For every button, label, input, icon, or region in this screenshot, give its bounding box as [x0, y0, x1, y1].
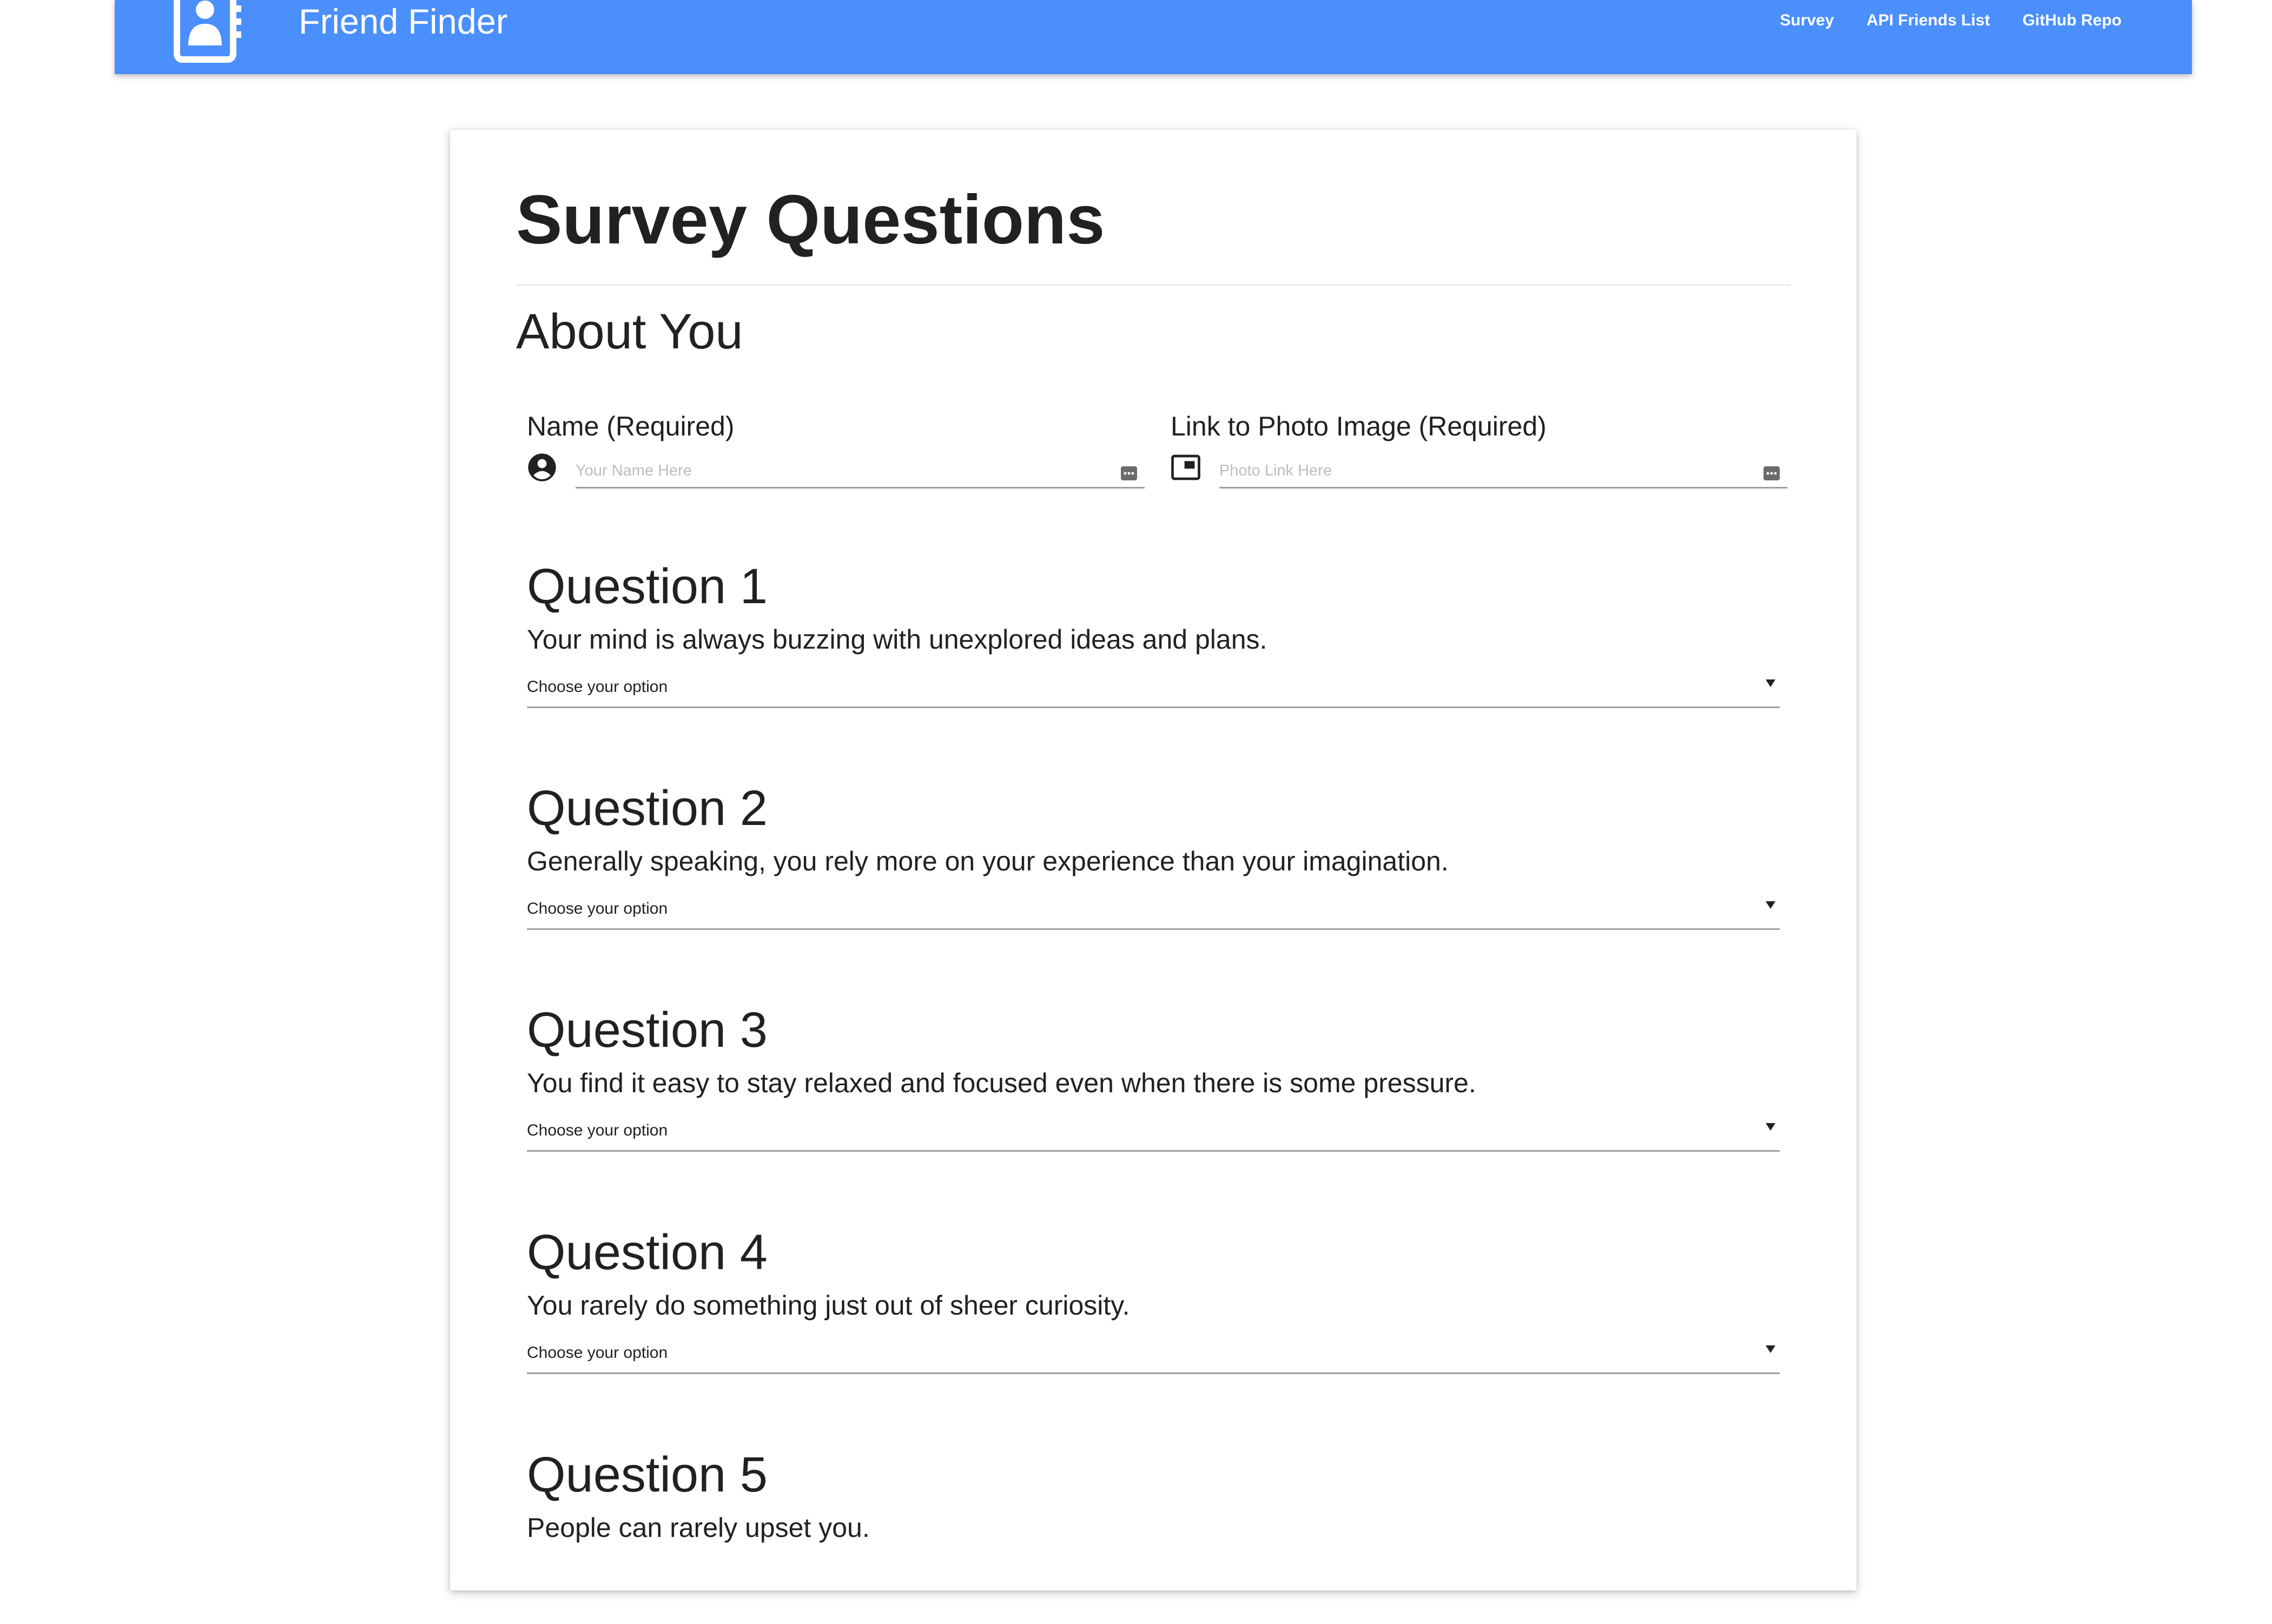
contacts-book-icon[interactable]: [169, 0, 250, 64]
section-title-about-you: About You: [516, 304, 743, 359]
photo-link-input[interactable]: [1219, 454, 1787, 488]
question-4: Question 4 You rarely do something just …: [527, 1223, 1780, 1402]
question-3-select[interactable]: Choose your option: [527, 1118, 1780, 1152]
question-text: You find it easy to stay relaxed and foc…: [527, 1068, 1476, 1098]
caret-down-icon: [1766, 1345, 1775, 1353]
question-3: Question 3 You find it easy to stay rela…: [527, 1001, 1780, 1179]
navbar: Friend Finder Survey API Friends List Gi…: [115, 0, 2192, 74]
question-2: Question 2 Generally speaking, you rely …: [527, 779, 1780, 958]
question-text: You rarely do something just out of shee…: [527, 1290, 1130, 1321]
select-value: Choose your option: [527, 900, 668, 917]
caret-down-icon: [1766, 901, 1775, 909]
question-4-select[interactable]: Choose your option: [527, 1340, 1780, 1374]
question-text: Generally speaking, you rely more on you…: [527, 846, 1449, 876]
question-text: People can rarely upset you.: [527, 1513, 870, 1543]
picture-in-picture-icon: [1171, 454, 1200, 480]
caret-down-icon: [1766, 679, 1775, 687]
photo-field-label: Link to Photo Image (Required): [1171, 411, 1547, 441]
question-title: Question 5: [527, 1447, 768, 1502]
question-title: Question 1: [527, 559, 768, 614]
question-title: Question 4: [527, 1225, 768, 1280]
autofill-icon[interactable]: [1121, 466, 1137, 480]
caret-down-icon: [1766, 1123, 1775, 1131]
survey-card: Survey Questions About You Name (Require…: [450, 130, 1857, 1590]
name-input[interactable]: [576, 454, 1145, 488]
name-field-label: Name (Required): [527, 411, 735, 441]
question-title: Question 3: [527, 1002, 768, 1058]
nav-link-survey[interactable]: Survey: [1780, 11, 1834, 30]
question-5: Question 5 People can rarely upset you.: [527, 1445, 1780, 1624]
question-2-select[interactable]: Choose your option: [527, 896, 1780, 930]
question-1: Question 1 Your mind is always buzzing w…: [527, 557, 1780, 736]
nav-links: Survey API Friends List GitHub Repo: [1780, 11, 2122, 30]
page-title: Survey Questions: [516, 181, 1105, 259]
question-1-select[interactable]: Choose your option: [527, 674, 1780, 708]
autofill-icon[interactable]: [1764, 466, 1780, 480]
nav-link-github-repo[interactable]: GitHub Repo: [2023, 11, 2122, 30]
select-value: Choose your option: [527, 1121, 668, 1139]
select-value: Choose your option: [527, 678, 668, 696]
account-circle-icon: [528, 453, 556, 481]
brand-title[interactable]: Friend Finder: [299, 1, 508, 42]
question-text: Your mind is always buzzing with unexplo…: [527, 624, 1267, 655]
title-divider: [516, 285, 1791, 286]
question-title: Question 2: [527, 781, 768, 836]
select-value: Choose your option: [527, 1344, 668, 1362]
nav-link-api-friends-list[interactable]: API Friends List: [1866, 11, 1990, 30]
